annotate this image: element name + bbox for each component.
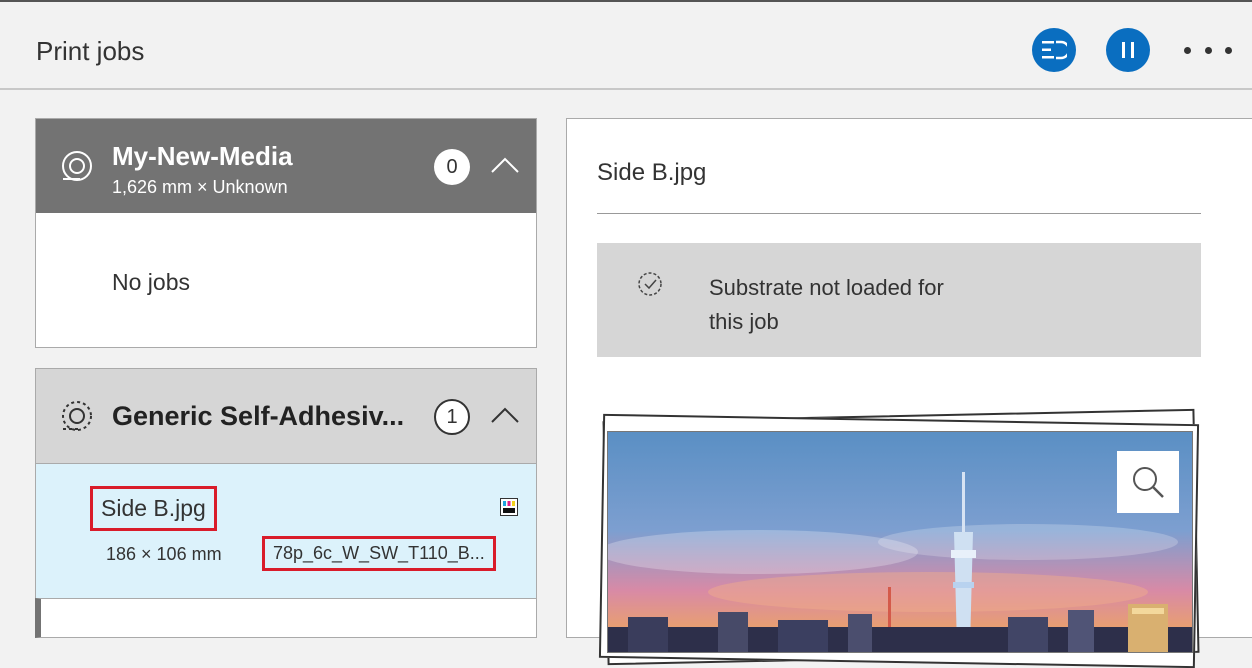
job-count-badge: 0: [434, 149, 470, 185]
pause-button[interactable]: [1106, 28, 1150, 72]
check-circle-icon: [638, 272, 662, 296]
job-details-title: Side B.jpg: [597, 159, 707, 186]
more-options-button[interactable]: [1184, 32, 1232, 68]
media-roll-icon: [62, 401, 92, 431]
media-name: Generic Self-Adhesiv...: [112, 401, 405, 431]
queue-settings-button[interactable]: [1032, 28, 1076, 72]
color-mode-icon: [500, 498, 518, 516]
media-name: My-New-Media: [112, 141, 293, 171]
job-row[interactable]: Side B.jpg 186 × 106 mm 78p_6c_W_SW_T110…: [36, 463, 536, 598]
status-text-line2: this job: [709, 309, 779, 334]
job-status-message: Substrate not loaded for this job: [597, 243, 1201, 357]
media-group-card[interactable]: [35, 598, 537, 638]
media-group-header[interactable]: My-New-Media 1,626 mm × Unknown 0: [36, 119, 536, 213]
media-roll-icon: [62, 151, 92, 181]
chevron-up-icon[interactable]: [490, 405, 520, 425]
magnifier-icon: [1133, 467, 1164, 498]
more-options-icon: [1184, 46, 1191, 54]
media-dimensions: 1,626 mm × Unknown: [112, 177, 288, 197]
queue-settings-icon: [1042, 40, 1067, 60]
job-name: Side B.jpg: [90, 486, 217, 531]
job-print-mode: 78p_6c_W_SW_T110_B...: [262, 536, 496, 571]
page-header: Print jobs: [0, 2, 1252, 90]
job-size: 186 × 106 mm: [106, 544, 222, 564]
zoom-button[interactable]: [1117, 451, 1179, 513]
media-group-card: Generic Self-Adhesiv... 1 Side B.jpg 186…: [35, 368, 537, 598]
preview-image: [607, 431, 1193, 653]
status-text-line1: Substrate not loaded for: [709, 275, 944, 300]
job-count-badge: 1: [434, 399, 470, 435]
empty-state-text: No jobs: [112, 269, 190, 295]
media-group-card: My-New-Media 1,626 mm × Unknown 0 No job…: [35, 118, 537, 348]
chevron-up-icon[interactable]: [490, 155, 520, 175]
status-text: Substrate not loaded for this job: [709, 271, 1029, 339]
job-details-panel: Side B.jpg Substrate not loaded for this…: [566, 118, 1252, 668]
media-group-header[interactable]: Generic Self-Adhesiv... 1: [36, 369, 536, 463]
divider: [597, 213, 1201, 214]
pause-icon: [1122, 42, 1134, 58]
city-skyline-image: [608, 432, 1192, 652]
page-title: Print jobs: [36, 36, 145, 66]
job-preview: [595, 408, 1205, 668]
